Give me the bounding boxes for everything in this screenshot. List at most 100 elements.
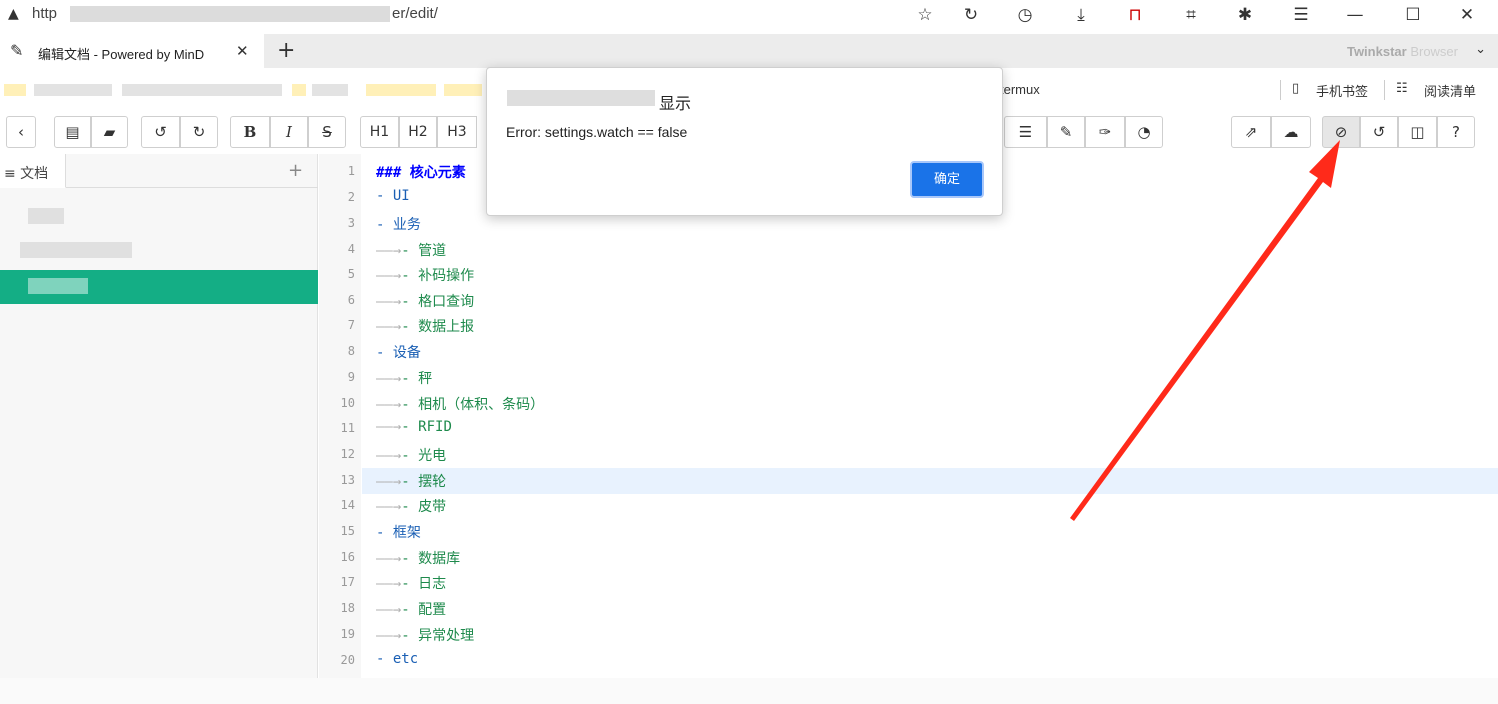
mobile-bookmark-icon[interactable]: ▯ bbox=[1292, 81, 1299, 96]
line-number: 3 bbox=[347, 216, 355, 230]
divider bbox=[1280, 80, 1281, 100]
dialog-title: 显示 bbox=[659, 94, 692, 113]
tab-title: 编辑文档 - Powered by MinD bbox=[38, 47, 205, 62]
tab-indent-marker: ——→ bbox=[376, 448, 402, 464]
code-line: ——→- 格口查询 bbox=[376, 294, 475, 310]
strikethrough-button[interactable]: S bbox=[308, 116, 346, 148]
document-item[interactable] bbox=[28, 208, 64, 224]
heading1-button[interactable]: H1 bbox=[360, 116, 399, 148]
ok-button[interactable]: 确定 bbox=[910, 161, 984, 198]
line-number: 1 bbox=[347, 164, 355, 178]
menu-icon[interactable]: ☰ bbox=[1290, 4, 1312, 26]
tab-indent-marker: ——→ bbox=[376, 628, 402, 644]
edit-icon: ✎ bbox=[10, 41, 24, 60]
chevron-down-icon[interactable]: ⌄ bbox=[1475, 42, 1486, 57]
code-line: ——→- RFID bbox=[376, 419, 452, 435]
history-icon[interactable]: ◷ bbox=[1014, 4, 1036, 26]
line-number: 2 bbox=[347, 190, 355, 204]
code-line: - 设备 bbox=[376, 345, 421, 361]
status-strip bbox=[0, 678, 1498, 704]
wrench-button[interactable]: ✑ bbox=[1085, 116, 1125, 148]
add-document-button[interactable]: + bbox=[288, 160, 303, 181]
warning-icon[interactable]: ▲ bbox=[8, 6, 19, 22]
dialog-origin-redacted bbox=[507, 90, 655, 106]
bookmark-redacted[interactable] bbox=[366, 84, 436, 96]
download-icon[interactable]: ⤓ bbox=[1070, 4, 1092, 26]
url-bar[interactable]: ▲ http er/edit/ ☆ ↻ ◷ ⤓ ⊓ ⌗ ✱ ☰ — ☐ ✕ bbox=[0, 0, 1498, 30]
help-button[interactable]: ? bbox=[1437, 116, 1475, 148]
line-number: 18 bbox=[340, 601, 355, 615]
reading-list-icon[interactable]: ☷ bbox=[1396, 81, 1408, 96]
line-number: 8 bbox=[347, 344, 355, 358]
undo-button[interactable]: ↺ bbox=[141, 116, 180, 148]
tab-indent-marker: ——→ bbox=[376, 419, 402, 435]
bookmark-mobile[interactable]: 手机书签 bbox=[1316, 81, 1368, 100]
preview-toggle-button[interactable]: ⊘ bbox=[1322, 116, 1360, 148]
active-line-highlight bbox=[362, 468, 1498, 494]
reload-icon[interactable]: ↻ bbox=[960, 4, 982, 26]
code-line: ——→- 光电 bbox=[376, 448, 447, 464]
dialog-message: Error: settings.watch == false bbox=[506, 124, 688, 140]
markdown-editor[interactable]: 1 2 3 4 5 6 7 8 9 10 11 12 13 14 15 16 1… bbox=[319, 154, 1498, 678]
line-number: 12 bbox=[340, 447, 355, 461]
line-number: 14 bbox=[340, 498, 355, 512]
redo-button[interactable]: ↻ bbox=[180, 116, 218, 148]
italic-button[interactable]: I bbox=[270, 116, 308, 148]
bookmark-redacted[interactable] bbox=[292, 84, 306, 96]
code-line: - 框架 bbox=[376, 525, 421, 541]
line-number: 11 bbox=[340, 421, 355, 435]
code-line: ——→- 相机（体积、条码） bbox=[376, 397, 545, 413]
open-external-button[interactable]: ⇗ bbox=[1231, 116, 1271, 148]
bookmark-termux[interactable]: termux bbox=[1000, 82, 1040, 97]
table-button[interactable]: ☰ bbox=[1004, 116, 1047, 148]
tab-indent-marker: ——→ bbox=[376, 551, 402, 567]
split-view-button[interactable]: ◫ bbox=[1398, 116, 1437, 148]
tab-edit-document[interactable]: ✎ 编辑文档 - Powered by MinD ✕ bbox=[0, 34, 264, 68]
line-number: 15 bbox=[340, 524, 355, 538]
code-line: - etc bbox=[376, 651, 419, 667]
back-button[interactable]: ‹ bbox=[6, 116, 36, 148]
close-tab-icon[interactable]: ✕ bbox=[236, 42, 249, 60]
browser-brand: Twinkstar Browser bbox=[1346, 44, 1458, 59]
dashboard-button[interactable]: ◔ bbox=[1125, 116, 1163, 148]
cloud-upload-button[interactable]: ☁ bbox=[1271, 116, 1311, 148]
lock-icon[interactable]: ⊓ bbox=[1124, 4, 1146, 26]
tab-indent-marker: ——→ bbox=[376, 371, 402, 387]
line-number: 9 bbox=[347, 370, 355, 384]
bookmark-redacted[interactable] bbox=[122, 84, 282, 96]
tab-bar: ✎ 编辑文档 - Powered by MinD ✕ + Twinkstar B… bbox=[0, 34, 1498, 68]
line-number: 10 bbox=[340, 396, 355, 410]
heading3-button[interactable]: H3 bbox=[437, 116, 477, 148]
bookmark-redacted[interactable] bbox=[34, 84, 112, 96]
code-line: ——→- 数据上报 bbox=[376, 319, 475, 335]
minimize-icon[interactable]: — bbox=[1344, 4, 1366, 26]
divider bbox=[66, 187, 318, 188]
maximize-icon[interactable]: ☐ bbox=[1402, 4, 1424, 26]
close-window-icon[interactable]: ✕ bbox=[1456, 4, 1478, 26]
document-item[interactable] bbox=[20, 242, 132, 258]
history-button[interactable]: ↺ bbox=[1360, 116, 1398, 148]
bookmark-redacted[interactable] bbox=[444, 84, 482, 96]
bookmark-reading[interactable]: 阅读清单 bbox=[1424, 81, 1476, 100]
bookmark-redacted[interactable] bbox=[4, 84, 26, 96]
tab-indent-marker: ——→ bbox=[376, 319, 402, 335]
url-suffix: er/edit/ bbox=[392, 5, 438, 22]
heading2-button[interactable]: H2 bbox=[399, 116, 437, 148]
code-line: ——→- 摆轮 bbox=[376, 474, 447, 490]
extensions-icon[interactable]: ✱ bbox=[1234, 4, 1256, 26]
code-line: ### 核心元素 bbox=[376, 165, 466, 181]
attachment-button[interactable]: ✎ bbox=[1047, 116, 1085, 148]
code-line: - 业务 bbox=[376, 217, 421, 233]
tab-documents[interactable]: ≡ 文档 bbox=[0, 154, 66, 188]
code-line: ——→- 皮带 bbox=[376, 499, 447, 515]
briefcase-button[interactable]: ▰ bbox=[91, 116, 128, 148]
save-button[interactable]: ▤ bbox=[54, 116, 91, 148]
bold-button[interactable]: B bbox=[230, 116, 270, 148]
code-line: ——→- 配置 bbox=[376, 602, 447, 618]
tab-indent-marker: ——→ bbox=[376, 294, 402, 310]
new-tab-icon[interactable]: + bbox=[277, 38, 295, 63]
line-number: 16 bbox=[340, 550, 355, 564]
bookmark-redacted[interactable] bbox=[312, 84, 348, 96]
crop-icon[interactable]: ⌗ bbox=[1180, 4, 1202, 26]
star-icon[interactable]: ☆ bbox=[914, 4, 936, 26]
